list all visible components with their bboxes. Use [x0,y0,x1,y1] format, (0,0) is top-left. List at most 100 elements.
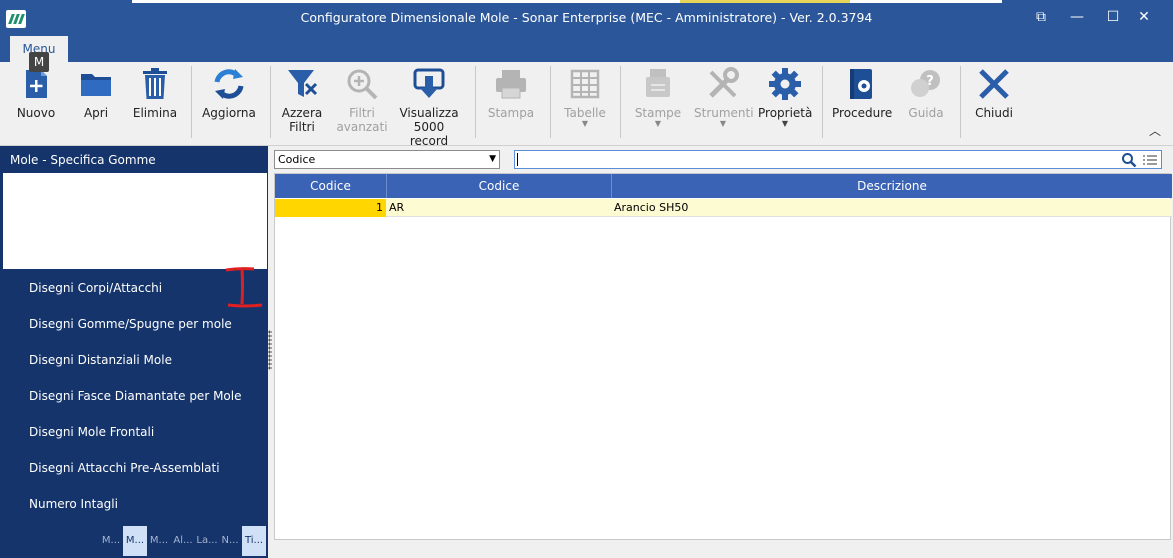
restore-window-button[interactable]: ⧉ [1030,6,1052,28]
azzera-filtri-label-1: Azzera [281,106,323,120]
stampa-label: Stampa [487,106,535,120]
list-options-icon[interactable] [1143,154,1157,166]
search-icon[interactable] [1121,152,1137,168]
procedure-label: Procedure [832,106,893,120]
strumenti-button[interactable]: Strumenti ▼ [694,66,754,128]
panel-tab-strip: M... M... M... Al... La... N... Ti... [0,524,268,558]
procedure-button[interactable]: Procedure [832,66,893,120]
tabelle-label: Tabelle [564,106,606,120]
column-header-descrizione[interactable]: Descrizione [612,174,1172,198]
stampa-button[interactable]: Stampa [486,66,536,120]
guida-label: Guida [908,106,944,120]
red-annotation-mark [225,267,263,308]
proprieta-button[interactable]: Proprietà ▼ [758,66,812,128]
panel-tab[interactable]: M... [100,526,122,556]
table-icon [570,69,600,99]
nav-item-disegni-gomme-spugne[interactable]: Disegni Gomme/Spugne per mole [29,317,232,331]
panel-content-area [3,173,267,269]
nav-item-numero-intagli[interactable]: Numero Intagli [29,497,118,511]
cell-id[interactable]: 1 [275,199,386,217]
proprieta-label: Proprietà [758,106,813,120]
strumenti-dropdown-caret: ▼ [719,119,727,128]
apri-button[interactable]: Apri [76,66,116,120]
filtri-avanzati-label-1: Filtri [349,106,375,120]
zoom-search-icon [347,69,378,100]
chiudi-button[interactable]: Chiudi [972,66,1016,120]
filter-field-value: Codice [278,153,316,166]
azzera-filtri-label-2: Filtri [289,120,315,134]
panel-tab[interactable]: Al... [171,526,195,556]
maximize-button[interactable]: ☐ [1102,6,1124,28]
visualizza-label-1: Visualizza [399,106,459,120]
strumenti-label: Strumenti [694,106,754,120]
column-header-codice[interactable]: Codice [387,174,612,198]
ribbon-separator [960,66,961,138]
guida-button[interactable]: ? Guida [904,66,948,120]
nav-item-disegni-mole-frontali[interactable]: Disegni Mole Frontali [29,425,154,439]
aggiorna-label: Aggiorna [202,106,256,120]
panel-tab[interactable]: N... [219,526,241,556]
nuovo-button[interactable]: Nuovo [14,66,58,120]
reports-icon [646,69,670,97]
nuovo-label: Nuovo [16,106,56,120]
nav-item-disegni-corpi-attacchi[interactable]: Disegni Corpi/Attacchi [29,281,162,295]
help-icon: ? [911,70,940,97]
refresh-icon [214,69,244,99]
svg-text:?: ? [926,74,934,89]
elimina-button[interactable]: Elimina [132,66,178,120]
panel-tab[interactable]: M... [148,526,170,556]
column-header-codice-id[interactable]: Codice [275,174,387,198]
table-row[interactable]: 1 AR Arancio SH50 [275,199,1172,217]
stampe-button[interactable]: Stampe ▼ [634,66,682,128]
panel-tab-active[interactable]: Ti... [242,526,266,556]
nav-item-disegni-fasce-diamantate[interactable]: Disegni Fasce Diamantate per Mole [29,389,241,403]
clear-filter-icon [288,70,318,97]
filtri-avanzati-label-2: avanzati [336,120,388,134]
taskbar-highlight [680,0,850,3]
panel-header: Mole - Specifica Gomme [0,146,268,173]
nav-item-disegni-attacchi-pre-assemblati[interactable]: Disegni Attacchi Pre-Assemblati [29,461,220,475]
ribbon-separator [620,66,621,138]
ribbon-separator [270,66,271,138]
procedure-book-icon [850,69,872,99]
minimize-button[interactable]: — [1066,6,1088,28]
proprieta-dropdown-caret: ▼ [781,119,789,128]
stampe-label: Stampe [634,106,682,120]
text-cursor [517,153,518,166]
grid-footer [274,541,1171,558]
panel-tab[interactable]: La... [196,526,218,556]
search-input[interactable] [514,150,1162,169]
filtri-avanzati-button[interactable]: Filtri avanzati [336,66,388,134]
filter-field-select[interactable]: Codice ▼ [274,150,500,169]
nav-item-disegni-distanziali[interactable]: Disegni Distanziali Mole [29,353,172,367]
title-bar: Configuratore Dimensionale Mole - Sonar … [0,0,1173,36]
download-records-icon [413,68,445,98]
ribbon-separator [475,66,476,138]
elimina-label: Elimina [132,106,178,120]
cell-codice[interactable]: AR [389,199,611,217]
keytip-badge: M [29,52,49,72]
visualizza-5000-button[interactable]: Visualizza 5000 record [396,66,462,148]
apri-label: Apri [83,106,109,120]
taskbar-strip [132,0,1002,3]
close-window-button[interactable]: ✕ [1133,6,1155,28]
aggiorna-button[interactable]: Aggiorna [202,66,256,120]
tabelle-dropdown-caret: ▼ [581,119,589,128]
main-content: Codice ▼ Codice Codice Descrizione 1 AR … [272,146,1173,558]
azzera-filtri-button[interactable]: Azzera Filtri [280,66,324,134]
chevron-down-icon[interactable]: ▼ [489,151,496,168]
data-grid: Codice Codice Descrizione 1 AR Arancio S… [274,173,1172,540]
ribbon-tab-row: Menu [0,36,1173,62]
grid-header: Codice Codice Descrizione [275,174,1172,198]
ribbon-separator [550,66,551,138]
cell-descrizione[interactable]: Arancio SH50 [614,199,1170,217]
trash-icon [143,68,167,99]
ribbon-toolbar: Nuovo Apri Elimina Aggiorna Azzera Filtr… [0,62,1173,148]
tabelle-button[interactable]: Tabelle ▼ [562,66,608,128]
gear-icon [769,68,801,100]
panel-tab-active[interactable]: M... [123,526,147,556]
chiudi-label: Chiudi [975,106,1013,120]
folder-open-icon [81,74,111,96]
stampe-dropdown-caret: ▼ [654,119,662,128]
collapse-ribbon-chevron-icon[interactable]: ︿ [1149,122,1161,139]
